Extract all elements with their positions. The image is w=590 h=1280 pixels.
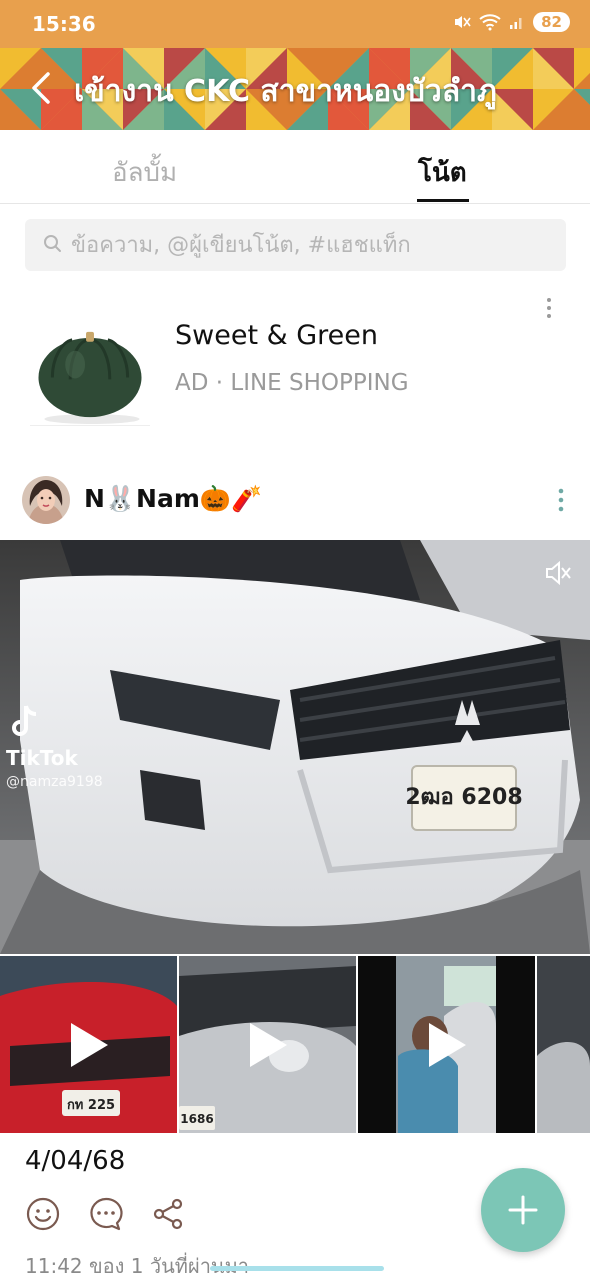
search-icon — [44, 235, 61, 252]
play-icon[interactable] — [425, 1020, 469, 1070]
tiktok-watermark: TikTok @namza9198 — [6, 702, 103, 790]
tab-note[interactable]: โน้ต — [418, 152, 467, 193]
thumb-plate-2: 1686 — [180, 1112, 213, 1126]
search-bar[interactable] — [25, 219, 566, 271]
volume-mute-icon[interactable] — [543, 558, 573, 588]
post-more-icon[interactable] — [552, 486, 570, 514]
thumbnail-2[interactable]: 1686 — [179, 956, 356, 1133]
mute-status-icon — [455, 16, 471, 28]
post-header: N🐰Nam🎃🧨 — [0, 470, 590, 530]
tiktok-handle: @namza9198 — [6, 774, 103, 790]
thumb-plate-1: กท 225 — [67, 1098, 115, 1113]
thumbnail-4[interactable] — [537, 956, 590, 1133]
tab-album[interactable]: อัลบั้ม — [112, 152, 177, 193]
search-input[interactable] — [71, 227, 551, 263]
play-icon[interactable] — [246, 1020, 290, 1070]
status-bar: 15:36 82 — [0, 0, 590, 48]
video-plate-text: 2ฒอ 6208 — [405, 785, 522, 810]
group-header: เข้างาน CKC สาขาหนองบัวลำภู — [0, 48, 590, 130]
thumbnail-3[interactable] — [358, 956, 535, 1133]
plus-icon — [508, 1195, 538, 1225]
garage-thumbnail — [537, 956, 590, 1133]
ad-card[interactable]: Sweet & Green AD · LINE SHOPPING — [0, 290, 590, 440]
add-note-button[interactable] — [481, 1168, 565, 1252]
page-title: เข้างาน CKC สาขาหนองบัวลำภู — [74, 74, 497, 109]
share-icon[interactable] — [150, 1196, 186, 1232]
comment-icon[interactable] — [88, 1196, 124, 1232]
status-time: 15:36 — [32, 12, 96, 36]
wifi-icon — [479, 14, 501, 31]
home-indicator — [210, 1266, 384, 1271]
battery-indicator: 82 — [533, 12, 570, 32]
avatar[interactable] — [22, 476, 70, 524]
pumpkin-image — [30, 331, 150, 426]
post-video[interactable]: 2ฒอ 6208 TikTok @namza9198 — [0, 540, 590, 954]
post-timestamp: 11:42 ของ 1 วันที่ผ่านมา — [25, 1254, 250, 1278]
tiktok-brand: TikTok — [6, 746, 78, 770]
ad-title: Sweet & Green — [175, 320, 379, 351]
signal-icon — [510, 18, 522, 29]
thumbnail-1[interactable]: กท 225 — [0, 956, 177, 1133]
video-thumbnails: กท 225 1686 — [0, 956, 590, 1133]
ad-sponsor-label: AD · LINE SHOPPING — [175, 370, 409, 396]
active-tab-indicator — [417, 199, 469, 202]
smiley-icon[interactable] — [25, 1196, 61, 1232]
ad-more-icon[interactable] — [540, 296, 558, 320]
post-author[interactable]: N🐰Nam🎃🧨 — [84, 484, 262, 514]
tiktok-logo-icon — [12, 705, 37, 736]
play-icon[interactable] — [67, 1020, 111, 1070]
chevron-left-icon[interactable] — [24, 68, 60, 108]
post-date: 4/04/68 — [25, 1146, 126, 1176]
status-icons: 82 — [453, 12, 570, 32]
tab-bar: อัลบั้ม โน้ต — [0, 130, 590, 204]
